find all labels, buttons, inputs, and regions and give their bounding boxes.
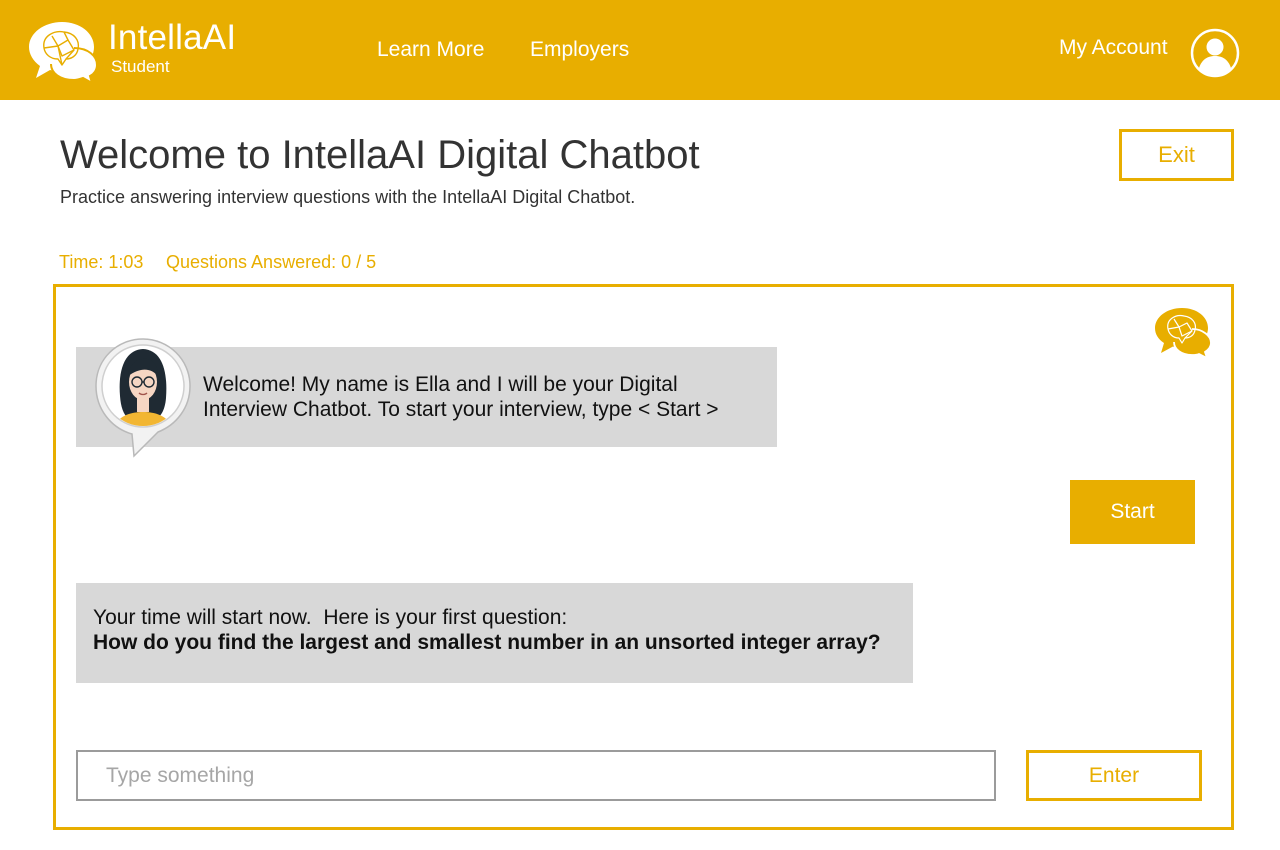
bot-question-text: How do you find the largest and smallest… <box>93 631 881 654</box>
top-navigation-bar: IntellaAI Student Learn More Employers M… <box>0 0 1280 100</box>
nav-employers-link[interactable]: Employers <box>530 38 629 62</box>
enter-button[interactable]: Enter <box>1026 750 1202 801</box>
bot-greeting-text: Welcome! My name is Ella and I will be y… <box>203 373 719 421</box>
exit-button[interactable]: Exit <box>1119 129 1234 181</box>
page-title: Welcome to IntellaAI Digital Chatbot <box>60 133 700 177</box>
chat-message-input[interactable] <box>76 750 996 801</box>
brain-chat-logo-icon <box>1155 308 1212 359</box>
user-reply-start[interactable]: Start <box>1070 480 1195 544</box>
nav-learn-more-link[interactable]: Learn More <box>377 38 484 62</box>
bot-intro-text: Your time will start now. Here is your f… <box>93 606 568 629</box>
bot-avatar-icon <box>95 338 191 458</box>
questions-answered-label: Questions Answered: 0 / 5 <box>166 252 377 272</box>
brand-name[interactable]: IntellaAI <box>108 18 236 58</box>
timer-label: Time: 1:03 <box>59 252 144 272</box>
brand-subtitle: Student <box>111 57 170 76</box>
brain-chat-logo-icon[interactable] <box>22 18 98 84</box>
my-account-link[interactable]: My Account <box>1059 36 1168 60</box>
page-subtitle: Practice answering interview questions w… <box>60 187 636 207</box>
user-avatar-icon[interactable] <box>1190 28 1240 78</box>
